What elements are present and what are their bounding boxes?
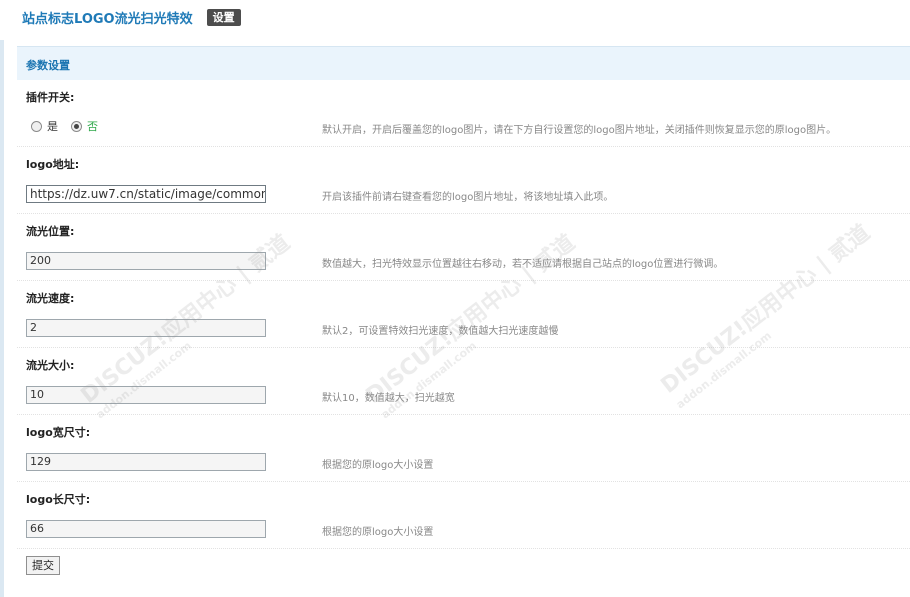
field-label: logo地址: (26, 158, 80, 171)
section-title: 参数设置 (26, 59, 70, 72)
sweep-position-input[interactable]: 200 (26, 252, 266, 270)
settings-tab-button[interactable]: 设置 (206, 8, 241, 26)
setting-row-logo-url: logo地址: https://dz.uw7.cn/static/image/c… (17, 147, 910, 214)
field-tip: 开启该插件前请右键查看您的logo图片地址，将该地址填入此项。 (322, 192, 614, 203)
field-label: 插件开关: (26, 91, 75, 104)
radio-no[interactable] (71, 120, 82, 132)
radio-no-label[interactable]: 否 (87, 118, 98, 134)
field-label: 流光位置: (26, 225, 75, 238)
field-tip: 默认开启，开启后覆盖您的logo图片，请在下方自行设置您的logo图片地址，关闭… (322, 125, 837, 136)
setting-row-logo-width: logo宽尺寸: 129 根据您的原logo大小设置 (17, 415, 910, 482)
setting-row-sweep-size: 流光大小: 10 默认10，数值越大，扫光越宽 (17, 348, 910, 415)
field-tip: 默认2，可设置特效扫光速度，数值越大扫光速度越慢 (322, 326, 559, 337)
logo-url-input[interactable]: https://dz.uw7.cn/static/image/common (26, 185, 266, 203)
plugin-switch-radio-group: 是 否 (31, 118, 111, 134)
top-bar: 站点标志LOGO流光扫光特效 设置 (22, 8, 241, 27)
logo-width-input[interactable]: 129 (26, 453, 266, 471)
setting-row-logo-height: logo长尺寸: 66 根据您的原logo大小设置 (17, 482, 910, 549)
sweep-size-input[interactable]: 10 (26, 386, 266, 404)
radio-yes-label[interactable]: 是 (47, 118, 58, 134)
radio-yes[interactable] (31, 120, 42, 132)
logo-height-input[interactable]: 66 (26, 520, 266, 538)
field-label: logo宽尺寸: (26, 426, 91, 439)
field-tip: 根据您的原logo大小设置 (322, 460, 434, 471)
section-header: 参数设置 (17, 46, 910, 80)
setting-row-sweep-position: 流光位置: 200 数值越大，扫光特效显示位置越往右移动，若不适应请根据自己站点… (17, 214, 910, 281)
sweep-speed-input[interactable]: 2 (26, 319, 266, 337)
page-title: 站点标志LOGO流光扫光特效 (22, 11, 193, 27)
field-label: 流光速度: (26, 292, 75, 305)
field-label: logo长尺寸: (26, 493, 91, 506)
field-label: 流光大小: (26, 359, 75, 372)
left-rail (0, 40, 4, 597)
setting-row-plugin-switch: 插件开关: 是 否 默认开启，开启后覆盖您的logo图片，请在下方自行设置您的l… (17, 80, 910, 147)
field-tip: 根据您的原logo大小设置 (322, 527, 434, 538)
field-tip: 默认10，数值越大，扫光越宽 (322, 393, 455, 404)
submit-button[interactable]: 提交 (26, 556, 60, 575)
field-tip: 数值越大，扫光特效显示位置越往右移动，若不适应请根据自己站点的logo位置进行微… (322, 259, 724, 270)
setting-row-sweep-speed: 流光速度: 2 默认2，可设置特效扫光速度，数值越大扫光速度越慢 (17, 281, 910, 348)
